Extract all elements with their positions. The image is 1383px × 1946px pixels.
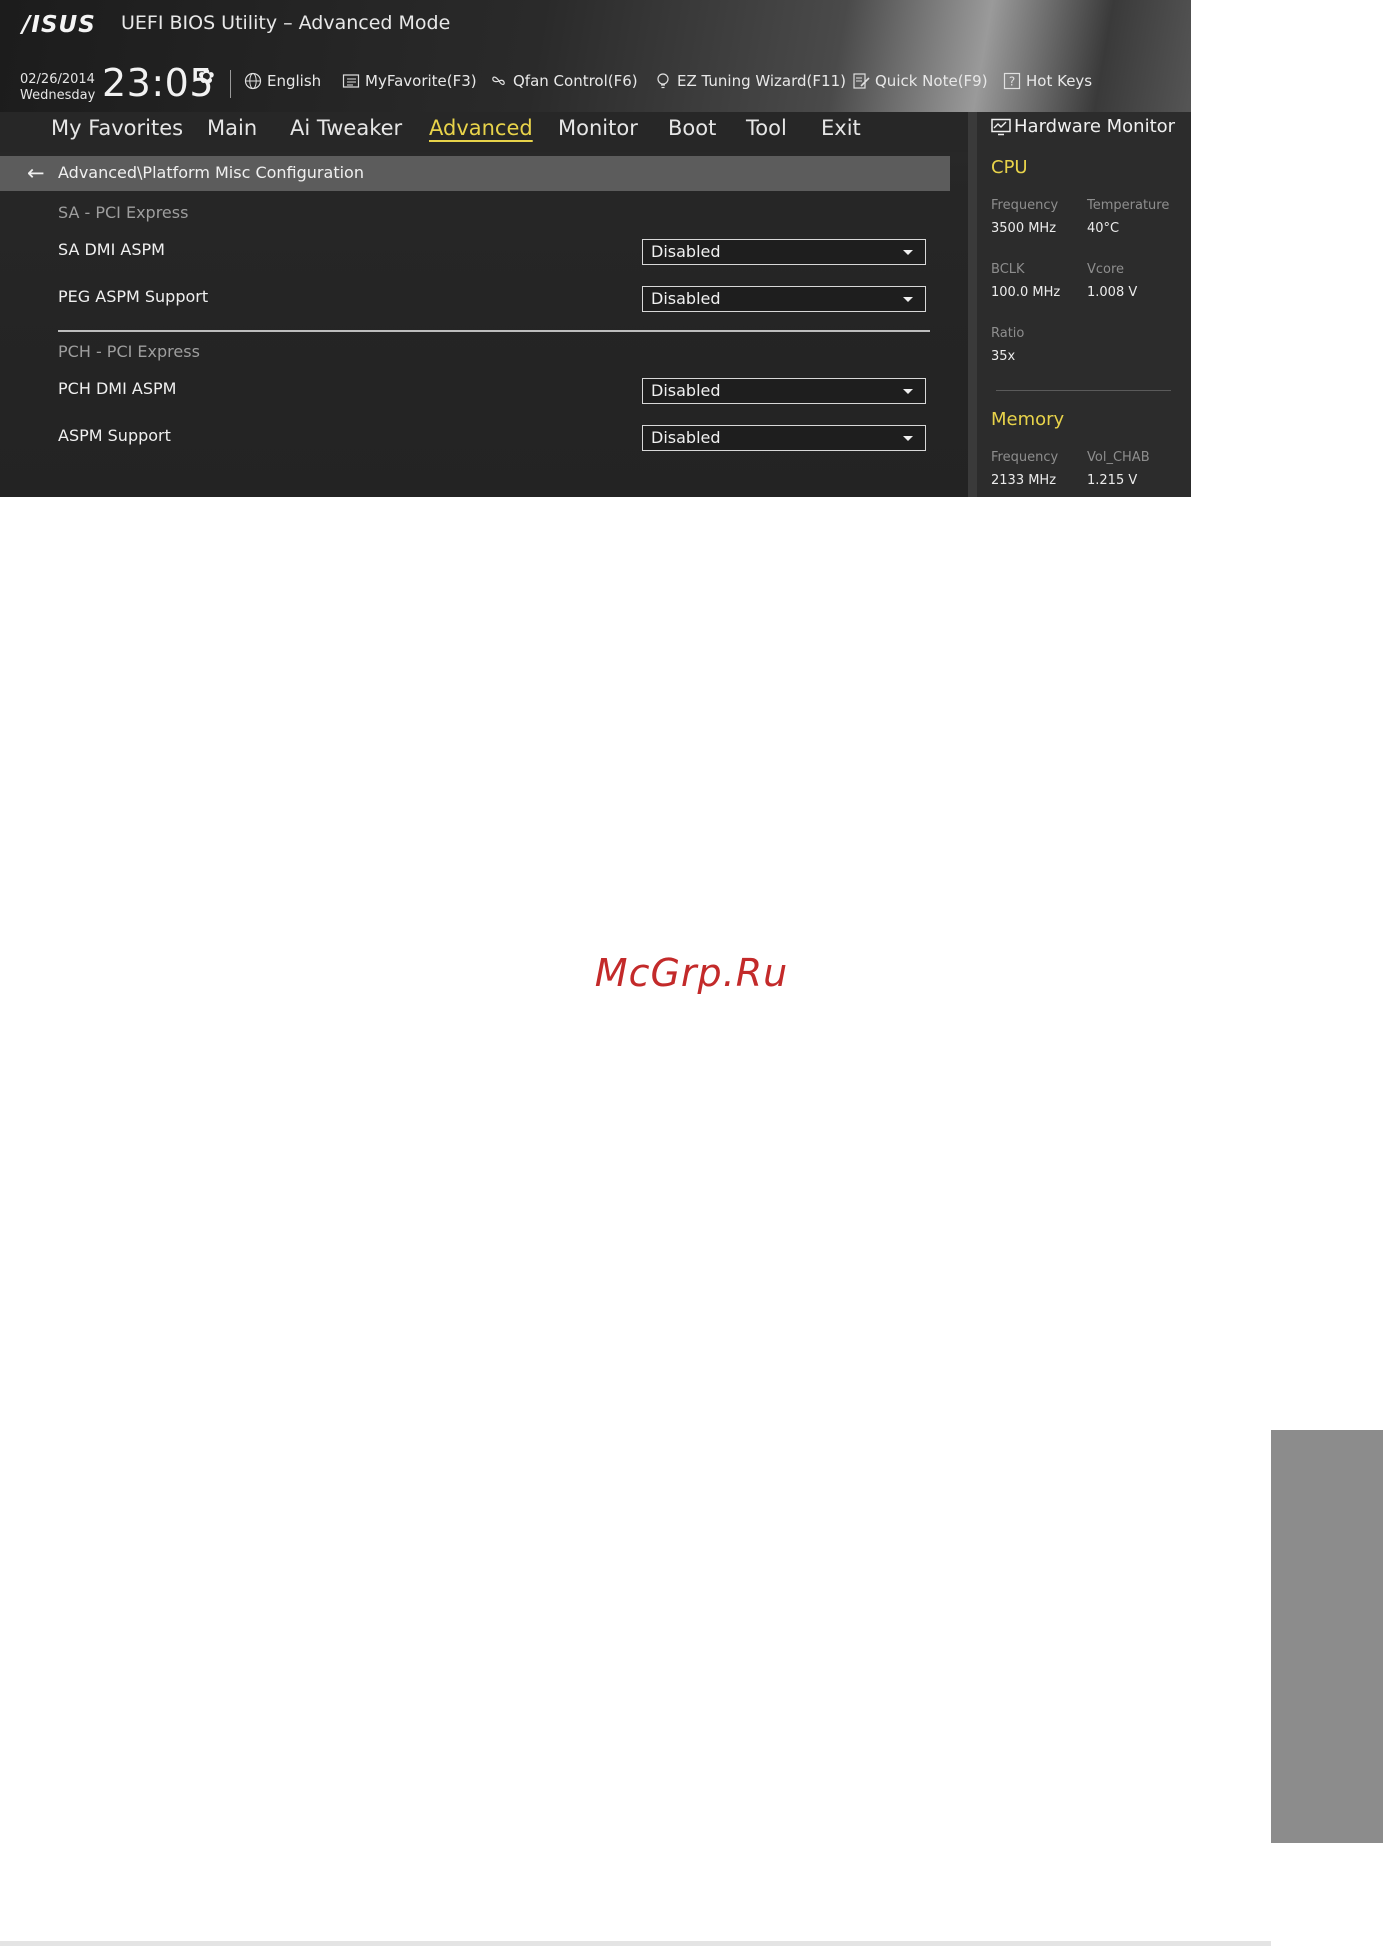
watermark: McGrp.Ru — [594, 951, 789, 995]
chevron-down-icon — [903, 250, 913, 255]
cpu-temperature-value: 40°C — [1087, 221, 1120, 236]
tab-ai-tweaker[interactable]: Ai Tweaker — [290, 116, 402, 140]
section-divider — [58, 330, 930, 332]
monitor-icon — [991, 118, 1011, 135]
hardware-monitor-title: Hardware Monitor — [991, 116, 1175, 137]
qfan-button[interactable]: Qfan Control(F6) — [490, 72, 638, 90]
aspm-support-dropdown[interactable]: Disabled — [642, 425, 926, 451]
ez-tuning-button[interactable]: EZ Tuning Wizard(F11) — [654, 72, 846, 90]
quick-note-button[interactable]: Quick Note(F9) — [852, 72, 988, 90]
section-sa-pci-express: SA - PCI Express — [58, 203, 189, 222]
bios-screen: /ISUS UEFI BIOS Utility – Advanced Mode … — [0, 0, 1191, 497]
memory-frequency-label: Frequency — [991, 450, 1059, 465]
hot-keys-label: Hot Keys — [1026, 72, 1093, 90]
section-pch-pci-express: PCH - PCI Express — [58, 342, 200, 361]
ratio-value: 35x — [991, 349, 1016, 364]
myfavorite-label: MyFavorite(F3) — [365, 72, 477, 90]
breadcrumb: ← Advanced\Platform Misc Configuration — [0, 156, 950, 191]
globe-icon — [244, 72, 262, 90]
vcore-value: 1.008 V — [1087, 285, 1138, 300]
bclk-value: 100.0 MHz — [991, 285, 1061, 300]
peg-aspm-support-value: Disabled — [651, 289, 721, 308]
tab-tool[interactable]: Tool — [746, 116, 787, 140]
weekday-value: Wednesday — [20, 88, 96, 103]
pch-dmi-aspm-value: Disabled — [651, 381, 721, 400]
help-icon: ? — [1003, 72, 1021, 90]
back-arrow-icon[interactable]: ← — [27, 161, 45, 185]
side-tab — [1271, 1430, 1383, 1843]
tab-main[interactable]: Main — [207, 116, 257, 140]
app-title: UEFI BIOS Utility – Advanced Mode — [121, 12, 451, 34]
svg-text:?: ? — [1009, 75, 1015, 89]
sa-dmi-aspm-label: SA DMI ASPM — [58, 240, 165, 259]
cpu-frequency-value: 3500 MHz — [991, 221, 1057, 236]
bclk-label: BCLK — [991, 262, 1025, 277]
aspm-support-value: Disabled — [651, 428, 721, 447]
tab-exit[interactable]: Exit — [821, 116, 861, 140]
bottom-bar — [0, 1941, 1271, 1946]
qfan-label: Qfan Control(F6) — [513, 72, 638, 90]
peg-aspm-support-label: PEG ASPM Support — [58, 287, 209, 306]
ez-tuning-label: EZ Tuning Wizard(F11) — [677, 72, 846, 90]
vcore-label: Vcore — [1087, 262, 1125, 277]
pch-dmi-aspm-dropdown[interactable]: Disabled — [642, 378, 926, 404]
hardware-monitor-divider — [996, 390, 1171, 391]
chevron-down-icon — [903, 436, 913, 441]
asus-logo: /ISUS — [22, 12, 96, 38]
fan-icon — [492, 76, 505, 86]
hardware-monitor-label: Hardware Monitor — [1014, 116, 1176, 137]
toolbar-divider — [230, 70, 231, 98]
tab-my-favorites[interactable]: My Favorites — [51, 116, 183, 140]
list-icon — [342, 74, 360, 88]
hot-keys-button[interactable]: ? Hot Keys — [1003, 72, 1092, 90]
memory-frequency-value: 2133 MHz — [991, 473, 1057, 488]
sa-dmi-aspm-value: Disabled — [651, 242, 721, 261]
scrollbar[interactable] — [968, 112, 977, 497]
chevron-down-icon — [903, 297, 913, 302]
gear-icon[interactable]: ✿ — [198, 64, 215, 88]
tab-monitor[interactable]: Monitor — [558, 116, 638, 140]
ratio-label: Ratio — [991, 326, 1025, 341]
chevron-down-icon — [903, 389, 913, 394]
language-button[interactable]: English — [244, 72, 321, 90]
date-display: 02/26/2014 Wednesday — [20, 72, 95, 104]
vol-chab-label: Vol_CHAB — [1087, 450, 1150, 465]
myfavorite-button[interactable]: MyFavorite(F3) — [342, 72, 477, 90]
memory-heading: Memory — [991, 409, 1065, 430]
tab-boot[interactable]: Boot — [668, 116, 716, 140]
tab-advanced[interactable]: Advanced — [429, 116, 533, 140]
aspm-support-label: ASPM Support — [58, 426, 171, 445]
language-label: English — [267, 72, 322, 90]
peg-aspm-support-dropdown[interactable]: Disabled — [642, 286, 926, 312]
cpu-heading: CPU — [991, 157, 1028, 178]
note-icon — [853, 73, 870, 89]
breadcrumb-path: Advanced\Platform Misc Configuration — [58, 163, 364, 182]
pch-dmi-aspm-label: PCH DMI ASPM — [58, 379, 177, 398]
date-value: 02/26/2014 — [20, 72, 95, 87]
quick-note-label: Quick Note(F9) — [875, 72, 988, 90]
cpu-temperature-label: Temperature — [1087, 198, 1170, 213]
sa-dmi-aspm-dropdown[interactable]: Disabled — [642, 239, 926, 265]
vol-chab-value: 1.215 V — [1087, 473, 1138, 488]
lightbulb-icon — [657, 73, 669, 89]
cpu-frequency-label: Frequency — [991, 198, 1059, 213]
